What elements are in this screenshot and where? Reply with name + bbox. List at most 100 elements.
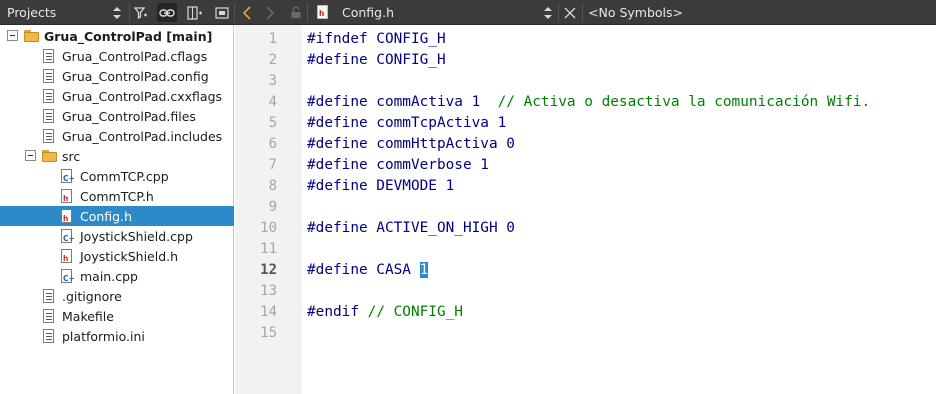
tree-item-file[interactable]: Grua_ControlPad.cflags: [0, 46, 234, 66]
line-number: 10: [260, 220, 277, 236]
line-number: 2: [268, 52, 277, 68]
code-line: #define CONFIG_H: [307, 50, 446, 71]
tree-item-label: Grua_ControlPad.includes: [62, 128, 223, 144]
line-number: 11: [260, 241, 277, 257]
code-line: #define commHttpActiva 0: [307, 134, 515, 155]
tree-item-label: Grua_ControlPad.config: [62, 68, 209, 84]
tree-item-label: CommTCP.cpp: [80, 168, 169, 184]
text-file-icon: [43, 89, 54, 103]
tree-item-file[interactable]: Grua_ControlPad.config: [0, 66, 234, 86]
code-line: #define ACTIVE_ON_HIGH 0: [307, 218, 515, 239]
close-doc-icon[interactable]: [560, 3, 580, 22]
tree-item-folder-src[interactable]: src: [0, 146, 234, 166]
tree-item-file[interactable]: Grua_ControlPad.cxxflags: [0, 86, 234, 106]
project-tree: Grua_ControlPad [main] Grua_ControlPad.c…: [0, 25, 234, 394]
close-pane-icon[interactable]: [212, 3, 232, 22]
symbols-combo[interactable]: <No Symbols>: [588, 5, 683, 20]
tree-item-label: platformio.ini: [62, 328, 145, 344]
header-file-icon: h: [61, 189, 72, 203]
line-number: 1: [268, 31, 277, 47]
tree-item-label: Grua_ControlPad.cflags: [62, 48, 208, 64]
line-number: 3: [268, 73, 277, 89]
code-line: #ifndef CONFIG_H: [307, 29, 446, 50]
tree-item-label: Grua_ControlPad.cxxflags: [62, 88, 223, 104]
line-number-current: 12: [260, 262, 277, 278]
lock-icon[interactable]: [286, 3, 306, 22]
tree-item-file[interactable]: Grua_ControlPad.includes: [0, 126, 234, 146]
tree-item-label: Grua_ControlPad [main]: [44, 28, 213, 44]
tree-item-label: Config.h: [80, 208, 133, 224]
text-file-icon: [43, 329, 54, 343]
top-toolbar: Projects h Config.h <No Symbols>: [0, 0, 936, 25]
cpp-file-icon: C+: [61, 269, 75, 283]
tree-item-label: JoystickShield.h: [80, 248, 179, 264]
toolbar-separator: [558, 3, 559, 22]
split-icon[interactable]: [185, 3, 205, 22]
code-editor[interactable]: #ifndef CONFIG_H #define CONFIG_H #defin…: [302, 25, 936, 394]
tree-item-file-selected[interactable]: h Config.h: [0, 206, 234, 226]
header-file-icon: h: [317, 5, 328, 19]
code-line: #define commVerbose 1: [307, 155, 489, 176]
back-icon[interactable]: [237, 3, 257, 22]
cpp-file-icon: C+: [61, 229, 75, 243]
tree-item-file[interactable]: h JoystickShield.h: [0, 246, 234, 266]
code-token: #define CONFIG_H: [307, 52, 446, 68]
tree-item-file[interactable]: C+ main.cpp: [0, 266, 234, 286]
line-number: 6: [268, 136, 277, 152]
code-token: #define commVerbose 1: [307, 157, 489, 173]
collapse-toggle-icon[interactable]: [7, 30, 18, 41]
open-file-combo[interactable]: Config.h: [342, 5, 394, 20]
forward-icon[interactable]: [260, 3, 280, 22]
code-token: #ifndef CONFIG_H: [307, 31, 446, 47]
code-line: #endif // CONFIG_H: [307, 302, 463, 323]
text-file-icon: [43, 289, 54, 303]
tree-item-file[interactable]: Makefile: [0, 306, 234, 326]
code-token: #define ACTIVE_ON_HIGH 0: [307, 220, 515, 236]
code-token: #define DEVMODE 1: [307, 178, 455, 194]
line-number: 13: [260, 283, 277, 299]
line-number: 7: [268, 157, 277, 173]
selected-token[interactable]: 1: [419, 262, 429, 278]
line-number-gutter[interactable]: 1 2 3 4 5 6 7 8 9 10 11 12 13 14 15: [235, 25, 302, 394]
code-line: #define DEVMODE 1: [307, 176, 454, 197]
collapse-toggle-icon[interactable]: [25, 150, 36, 161]
link-icon[interactable]: [157, 3, 177, 22]
code-line: #define commActiva 1 // Activa o desacti…: [307, 92, 870, 113]
toolbar-separator: [234, 3, 235, 22]
text-file-icon: [43, 109, 54, 123]
file-combo-arrows-icon[interactable]: [538, 3, 558, 22]
line-number: 4: [268, 94, 277, 110]
line-number: 5: [268, 115, 277, 131]
tree-item-label: CommTCP.h: [80, 188, 154, 204]
tree-item-label: Makefile: [62, 308, 114, 324]
filter-icon[interactable]: [131, 3, 151, 22]
folder-icon: [24, 30, 39, 42]
projects-panel-title[interactable]: Projects: [7, 5, 56, 20]
code-token: #define commHttpActiva 0: [307, 136, 515, 152]
text-file-icon: [43, 309, 54, 323]
tree-item-project[interactable]: Grua_ControlPad [main]: [0, 26, 234, 46]
toolbar-separator: [582, 3, 583, 22]
sort-updown-icon[interactable]: [107, 3, 127, 22]
text-file-icon: [43, 49, 54, 63]
text-file-icon: [43, 69, 54, 83]
toolbar-separator: [129, 3, 130, 22]
code-comment: // CONFIG_H: [367, 304, 463, 320]
code-token: #define commTcpActiva 1: [307, 115, 507, 131]
tree-item-file[interactable]: platformio.ini: [0, 326, 234, 346]
tree-item-file[interactable]: h CommTCP.h: [0, 186, 234, 206]
tree-item-file[interactable]: .gitignore: [0, 286, 234, 306]
tree-item-label: .gitignore: [62, 288, 122, 304]
tree-item-file[interactable]: C+ JoystickShield.cpp: [0, 226, 234, 246]
code-line: #define commTcpActiva 1: [307, 113, 506, 134]
tree-item-file[interactable]: Grua_ControlPad.files: [0, 106, 234, 126]
tree-item-label: JoystickShield.cpp: [80, 228, 193, 244]
line-number: 9: [268, 199, 277, 215]
code-comment: // Activa o desactiva la comunicación Wi…: [497, 94, 871, 110]
code-line-current: #define CASA 1: [307, 260, 429, 281]
tree-item-label: src: [62, 148, 81, 164]
folder-icon: [42, 150, 57, 162]
text-file-icon: [43, 129, 54, 143]
tree-item-file[interactable]: C+ CommTCP.cpp: [0, 166, 234, 186]
header-file-icon: h: [61, 209, 72, 223]
